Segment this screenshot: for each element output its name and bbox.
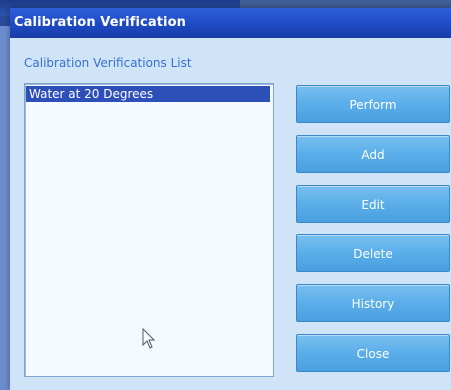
calibration-verification-dialog: Calibration Verification Calibration Ver… (10, 8, 451, 390)
dialog-titlebar[interactable]: Calibration Verification (10, 8, 451, 38)
perform-button[interactable]: Perform (296, 85, 450, 123)
list-item-water-at-20-degrees[interactable]: Water at 20 Degrees (26, 86, 270, 102)
history-button[interactable]: History (296, 284, 450, 322)
close-button[interactable]: Close (296, 334, 450, 372)
verifications-list-label: Calibration Verifications List (24, 56, 192, 70)
dialog-title: Calibration Verification (14, 15, 186, 30)
edit-button[interactable]: Edit (296, 185, 450, 223)
delete-button[interactable]: Delete (296, 234, 450, 272)
add-button[interactable]: Add (296, 135, 450, 173)
mouse-pointer-icon (142, 328, 156, 349)
